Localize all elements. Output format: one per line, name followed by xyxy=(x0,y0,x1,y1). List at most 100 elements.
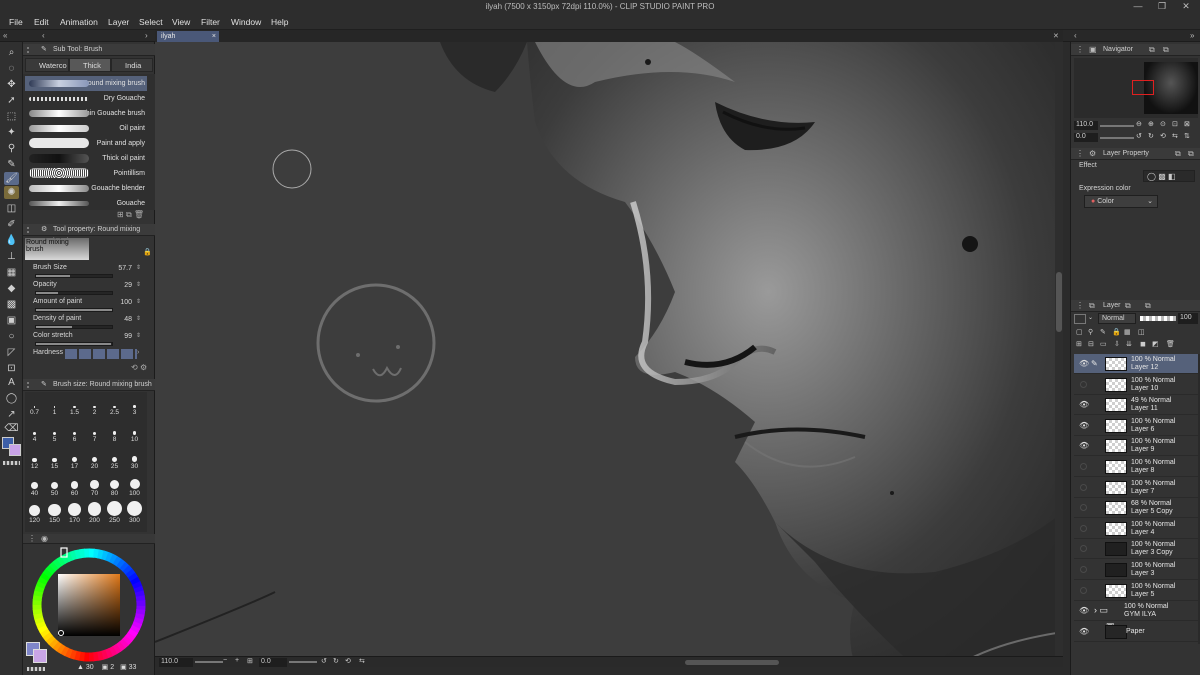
wrench-icon[interactable]: ⚙ xyxy=(140,363,147,372)
add-subtool-icon[interactable]: ⊞ xyxy=(117,210,124,219)
brush-size-preset[interactable]: 250 xyxy=(105,501,124,524)
eraser-small-icon[interactable]: ⌫ xyxy=(4,422,19,435)
collapse-right-icon[interactable]: » xyxy=(1190,31,1194,40)
brush-size-preset[interactable]: 3 xyxy=(125,396,144,416)
layer-row[interactable]: 100 % Normal Layer 10 xyxy=(1074,375,1198,395)
layer-row[interactable]: 100 % Normal Layer 3 Copy xyxy=(1074,539,1198,560)
brush-size-preset[interactable]: 170 xyxy=(65,503,84,524)
brush-item[interactable]: Thin Gouache brush xyxy=(25,106,147,121)
menu-filter[interactable]: Filter xyxy=(201,17,220,27)
brush-size-preset[interactable]: 50 xyxy=(45,477,64,497)
eye-icon[interactable]: 👁 xyxy=(1079,606,1089,615)
brush-size-preset[interactable]: 5 xyxy=(45,423,64,443)
brush-size-preset[interactable]: 200 xyxy=(85,502,104,524)
tone-effect-icon[interactable]: ▩ xyxy=(1158,172,1166,181)
chevron-right-icon[interactable]: › xyxy=(137,349,139,356)
brush-size-preset[interactable]: 2 xyxy=(85,396,104,416)
apply-mask-icon[interactable]: ◩ xyxy=(1152,340,1159,348)
rotate-left-icon[interactable]: ↺ xyxy=(1136,132,1142,140)
figure-icon[interactable]: ▣ xyxy=(4,314,19,327)
eye-icon[interactable] xyxy=(1080,483,1087,491)
layer-color-icon[interactable]: ◧ xyxy=(1168,172,1176,181)
eye-icon[interactable]: 👁 xyxy=(1079,441,1089,450)
chevron-down-icon[interactable]: ⌄ xyxy=(1088,314,1093,321)
zoom-out-icon[interactable]: ⊖ xyxy=(1136,120,1142,128)
mask-layer-icon[interactable]: ◼ xyxy=(1140,340,1146,348)
eye-icon[interactable] xyxy=(1080,566,1087,573)
spinner-icon[interactable]: ⇕ xyxy=(136,332,141,339)
zoom-out-icon[interactable]: − xyxy=(223,657,227,664)
copy-subtool-icon[interactable]: ⧉ xyxy=(126,210,132,219)
spinner-icon[interactable]: ⇕ xyxy=(136,281,141,288)
flip-icon[interactable]: ⇆ xyxy=(359,657,365,665)
stamp-icon[interactable]: ⊥ xyxy=(4,250,19,263)
canvas-area[interactable] xyxy=(155,42,1063,667)
menu-help[interactable]: Help xyxy=(271,17,288,27)
border-effect-icon[interactable]: ◯ xyxy=(1147,172,1156,181)
eye-icon[interactable]: 👁 xyxy=(1079,359,1089,368)
lock-icon[interactable]: 🔒 xyxy=(1112,328,1121,336)
layer-row[interactable]: 👁 100 % Normal Layer 9 xyxy=(1074,436,1198,457)
draft-icon[interactable]: ✎ xyxy=(1100,328,1106,336)
brush-size-preset[interactable]: 20 xyxy=(85,450,104,470)
brush-item[interactable]: Gouache blender xyxy=(25,181,147,196)
selection-icon[interactable]: ⬚ xyxy=(4,110,19,123)
speech-icon[interactable]: ◯ xyxy=(4,392,19,405)
layer-row[interactable]: 👁 100 % Normal Layer 6 xyxy=(1074,416,1198,436)
brush-size-preset[interactable]: 25 xyxy=(105,450,124,470)
prop-hardness[interactable]: Hardness › xyxy=(33,349,145,361)
expression-color-select[interactable]: ● Color ⌄ xyxy=(1084,195,1158,208)
brush-item[interactable]: Pointillism xyxy=(25,166,147,181)
canvas-vertical-scrollbar[interactable] xyxy=(1055,42,1063,656)
navigator-preview[interactable] xyxy=(1074,58,1198,118)
new-raster-icon[interactable]: ⊞ xyxy=(1076,340,1082,348)
object-icon[interactable]: ➚ xyxy=(4,94,19,107)
search-layer-tab-icon[interactable]: ⧉ xyxy=(1125,300,1131,312)
layer-row[interactable]: 100 % Normal Layer 3 xyxy=(1074,560,1198,580)
layer-row[interactable]: 👁 49 % Normal Layer 11 xyxy=(1074,395,1198,416)
eye-icon[interactable] xyxy=(1080,504,1087,512)
prop-density-of-paint[interactable]: Density of paint 48 ⇕ xyxy=(33,315,145,332)
brush-size-preset[interactable]: 70 xyxy=(85,477,104,497)
fill-icon[interactable]: ◆ xyxy=(4,282,19,295)
brush-size-preset[interactable]: 80 xyxy=(105,477,124,497)
menu-layer[interactable]: Layer xyxy=(108,17,129,27)
brush-size-preset[interactable]: 15 xyxy=(45,450,64,470)
reference-icon[interactable]: ⚲ xyxy=(1088,328,1093,336)
zoom-icon[interactable]: ⌕ xyxy=(4,46,19,59)
material-tab-icon[interactable]: ⧉ xyxy=(1163,44,1169,56)
rotate-left-icon[interactable]: ↺ xyxy=(321,657,327,665)
close-icon[interactable]: ✕ xyxy=(1176,1,1196,12)
eye-icon[interactable] xyxy=(1080,380,1087,388)
tab-watercolor[interactable]: Waterco xyxy=(25,58,69,72)
spinner-icon[interactable]: ⇕ xyxy=(136,298,141,305)
auto-action-tab-icon[interactable]: ⧉ xyxy=(1188,148,1194,160)
zoom-slider[interactable] xyxy=(195,661,223,663)
reset-rotation-icon[interactable]: ⟲ xyxy=(345,657,351,665)
brush-size-preset[interactable]: 60 xyxy=(65,477,84,497)
prop-color-stretch[interactable]: Color stretch 99 ⇕ xyxy=(33,332,145,349)
rotation-slider[interactable] xyxy=(289,661,317,663)
fit-width-icon[interactable]: ⊠ xyxy=(1184,120,1190,128)
text-icon[interactable]: A xyxy=(4,376,19,389)
color-wheel[interactable] xyxy=(31,547,147,663)
fit-icon[interactable]: ⊞ xyxy=(247,657,253,665)
sub-color-chip[interactable] xyxy=(33,649,47,663)
ellipse-icon[interactable]: ○ xyxy=(4,330,19,343)
sub-color-swatch[interactable] xyxy=(9,444,21,456)
zoom-in-icon[interactable]: + xyxy=(235,657,239,664)
navigator-rotation-slider[interactable] xyxy=(1100,137,1134,139)
lasso-icon[interactable]: ◌ xyxy=(4,62,19,75)
brush-size-preset[interactable]: 300 xyxy=(125,501,144,524)
brush-item[interactable]: Round mixing brush xyxy=(25,76,147,91)
brush-item[interactable]: Oil paint xyxy=(25,121,147,136)
lock-transparent-icon[interactable]: ▦ xyxy=(1124,328,1131,336)
eye-icon[interactable]: 👁 xyxy=(1079,400,1089,409)
spinner-icon[interactable]: ⇕ xyxy=(136,315,141,322)
eye-icon[interactable] xyxy=(1080,545,1087,553)
brush-item[interactable]: Thick oil paint xyxy=(25,151,147,166)
prop-brush-size[interactable]: Brush Size 57.7 ⇕ xyxy=(33,264,145,281)
menu-edit[interactable]: Edit xyxy=(34,17,49,27)
reset-icon[interactable]: ⟲ xyxy=(131,363,138,372)
clip-icon[interactable]: ▢ xyxy=(1076,328,1083,336)
